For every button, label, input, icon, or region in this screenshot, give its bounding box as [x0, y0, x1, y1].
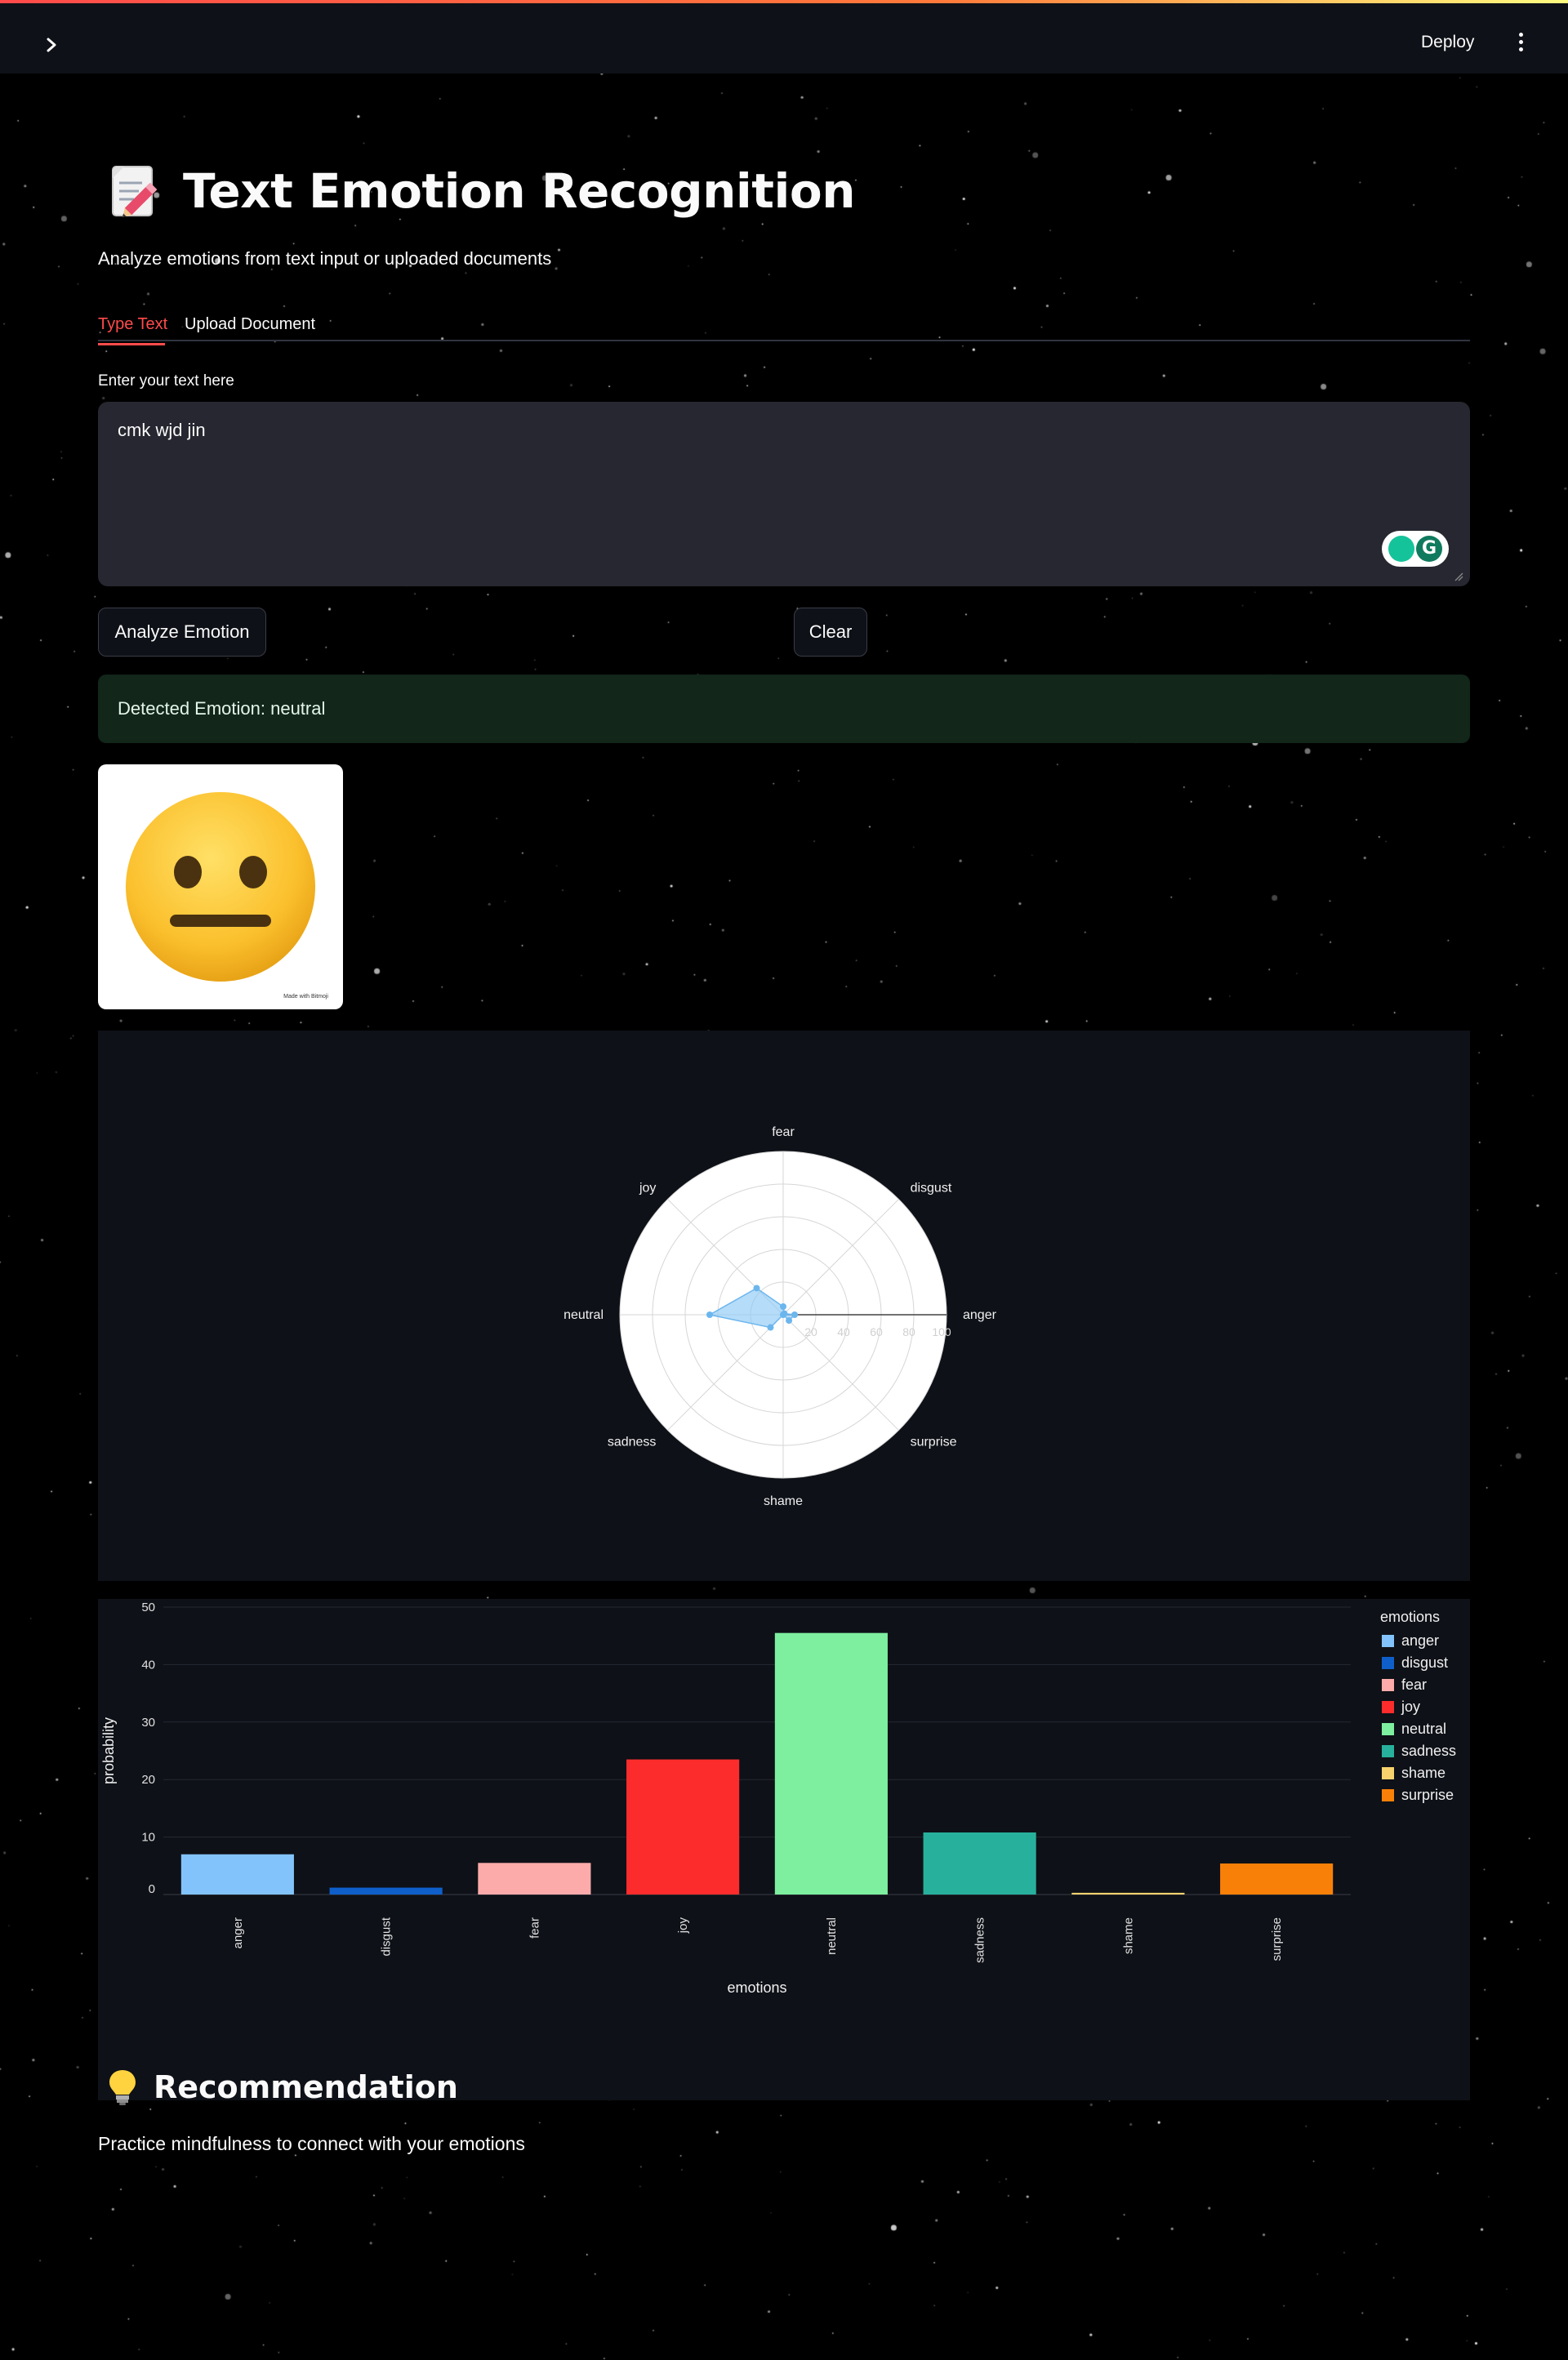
tab-bar: Type Text Upload Document — [98, 310, 1470, 341]
radar-axis-label-fear: fear — [772, 1125, 795, 1139]
x-tick-joy: joy — [676, 1917, 690, 1935]
x-tick-surprise: surprise — [1270, 1917, 1284, 1961]
tab-type-text[interactable]: Type Text — [98, 315, 167, 334]
page-title: Text Emotion Recognition — [183, 163, 856, 219]
legend-label-shame: shame — [1401, 1765, 1446, 1781]
y-tick-10: 10 — [141, 1831, 155, 1845]
legend-swatch-neutral — [1382, 1723, 1394, 1735]
bar-surprise — [1220, 1863, 1334, 1895]
radar-point-fear — [780, 1303, 786, 1310]
radar-axis-label-sadness: sadness — [608, 1436, 657, 1449]
light-bulb-icon — [109, 2070, 136, 2105]
page-subtitle: Analyze emotions from text input or uplo… — [98, 248, 552, 269]
recommendation-title: Recommendation — [154, 2069, 458, 2105]
page-title-row: Text Emotion Recognition — [106, 162, 856, 220]
x-tick-sadness: sadness — [973, 1917, 987, 1963]
recommendation-header: Recommendation — [106, 2068, 458, 2107]
y-axis-label: probability — [100, 1717, 117, 1784]
analyze-emotion-button[interactable]: Analyze Emotion — [98, 608, 266, 657]
legend-label-disgust: disgust — [1401, 1654, 1448, 1671]
grammarly-assist-icon[interactable] — [1388, 536, 1414, 562]
radar-chart: anger disgust fear joy neutral sadness shame su… — [564, 1125, 997, 1508]
legend-label-anger: anger — [1401, 1632, 1439, 1649]
bar-shame — [1071, 1892, 1185, 1895]
legend-swatch-joy — [1382, 1701, 1394, 1713]
radar-tick-40: 40 — [837, 1325, 850, 1338]
bar-fear — [478, 1863, 591, 1895]
y-tick-0: 0 — [149, 1882, 155, 1896]
x-tick-disgust: disgust — [380, 1917, 394, 1956]
radar-point-neutral — [706, 1311, 713, 1318]
radar-tick-80: 80 — [902, 1325, 915, 1338]
radar-axis-label-neutral: neutral — [564, 1308, 604, 1322]
x-tick-fear: fear — [528, 1917, 541, 1939]
radar-point-shame — [780, 1311, 786, 1318]
legend-swatch-disgust — [1382, 1657, 1394, 1669]
emoji-credit: Made with Bitmoji — [283, 994, 328, 1000]
active-tab-indicator — [98, 343, 165, 345]
kebab-menu-icon[interactable] — [1511, 33, 1530, 56]
y-tick-40: 40 — [141, 1658, 155, 1672]
legend-swatch-anger — [1382, 1635, 1394, 1647]
recommendation-text: Practice mindfulness to connect with you… — [98, 2133, 525, 2154]
top-decoration-line — [0, 0, 1568, 3]
legend-swatch-fear — [1382, 1679, 1394, 1691]
radar-chart-panel: anger disgust fear joy neutral sadness shame su… — [98, 1031, 1470, 1581]
tab-upload-document[interactable]: Upload Document — [185, 315, 315, 334]
radar-point-sadness — [767, 1324, 774, 1331]
memo-icon — [112, 166, 158, 218]
neutral-face-emoji — [126, 792, 315, 982]
radar-tick-20: 20 — [804, 1325, 817, 1338]
bar-joy — [626, 1759, 740, 1895]
radar-axis-label-surprise: surprise — [911, 1436, 957, 1449]
x-tick-anger: anger — [231, 1917, 245, 1948]
bar-sadness — [923, 1832, 1036, 1895]
text-input-label: Enter your text here — [98, 372, 234, 390]
legend-label-joy: joy — [1401, 1699, 1420, 1715]
x-axis-label: emotions — [727, 1979, 786, 1996]
bar-chart: 0 10 20 30 40 50 anger disgust fear joy neutral sad… — [100, 1601, 1456, 1996]
legend-title: emotions — [1380, 1609, 1440, 1625]
app-header: Deploy — [0, 3, 1568, 73]
legend-label-fear: fear — [1401, 1676, 1427, 1693]
radar-point-anger — [791, 1311, 798, 1318]
y-tick-50: 50 — [141, 1601, 155, 1614]
legend-label-neutral: neutral — [1401, 1721, 1446, 1737]
detected-emotion-alert: Detected Emotion: neutral — [98, 675, 1470, 743]
legend-swatch-shame — [1382, 1767, 1394, 1779]
radar-point-surprise — [786, 1317, 793, 1325]
legend-swatch-surprise — [1382, 1789, 1394, 1801]
x-tick-neutral: neutral — [825, 1917, 839, 1955]
y-tick-30: 30 — [141, 1716, 155, 1730]
grammarly-g-icon[interactable]: G — [1416, 536, 1442, 562]
bar-disgust — [329, 1887, 443, 1895]
clear-button[interactable]: Clear — [794, 608, 867, 657]
bar-chart-panel: 0 10 20 30 40 50 anger disgust fear joy neutral sad… — [98, 1599, 1470, 2100]
legend-swatch-sadness — [1382, 1745, 1394, 1757]
radar-axis-label-disgust: disgust — [911, 1181, 952, 1195]
radar-tick-100: 100 — [932, 1325, 951, 1338]
deploy-button[interactable]: Deploy — [1421, 33, 1474, 52]
y-tick-20: 20 — [141, 1773, 155, 1787]
radar-axis-label-joy: joy — [639, 1181, 656, 1195]
radar-tick-60: 60 — [870, 1325, 883, 1338]
emotion-emoji-image: Made with Bitmoji — [98, 764, 343, 1009]
legend-label-surprise: surprise — [1401, 1787, 1454, 1803]
radar-point-joy — [753, 1285, 760, 1292]
grammarly-widget[interactable]: G — [1382, 531, 1449, 567]
radar-axis-label-anger: anger — [963, 1308, 997, 1322]
chevron-right-icon[interactable] — [42, 36, 60, 54]
bar-anger — [180, 1854, 294, 1895]
x-tick-shame: shame — [1121, 1917, 1135, 1954]
resize-grip-icon[interactable] — [1454, 572, 1463, 581]
bar-neutral — [774, 1632, 888, 1895]
emotion-text-input[interactable]: cmk wjd jin — [98, 402, 1470, 586]
radar-axis-label-shame: shame — [764, 1494, 803, 1508]
legend-label-sadness: sadness — [1401, 1743, 1456, 1759]
